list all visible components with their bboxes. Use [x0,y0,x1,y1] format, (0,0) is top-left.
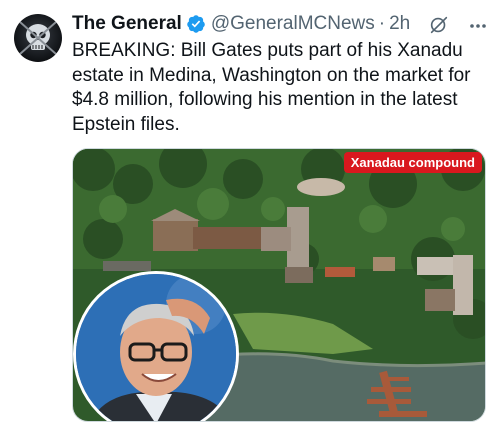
more-icon[interactable] [468,16,488,36]
avatar[interactable] [14,14,62,62]
skull-emblem-icon [19,21,57,55]
tweet-media-image[interactable]: Xanadau compound [72,148,486,422]
portrait-photo [76,274,236,421]
grok-icon[interactable] [428,14,450,36]
image-caption-tag: Xanadau compound [343,152,482,173]
tweet-header: The General @GeneralMCNews · 2h [72,12,410,36]
separator-dot: · [378,13,386,34]
verified-badge-icon [186,14,206,34]
tweet-text: BREAKING: Bill Gates puts part of his Xa… [72,40,471,135]
display-name[interactable]: The General [72,13,182,35]
timestamp[interactable]: 2h [389,13,410,35]
user-handle[interactable]: @GeneralMCNews [211,13,375,35]
